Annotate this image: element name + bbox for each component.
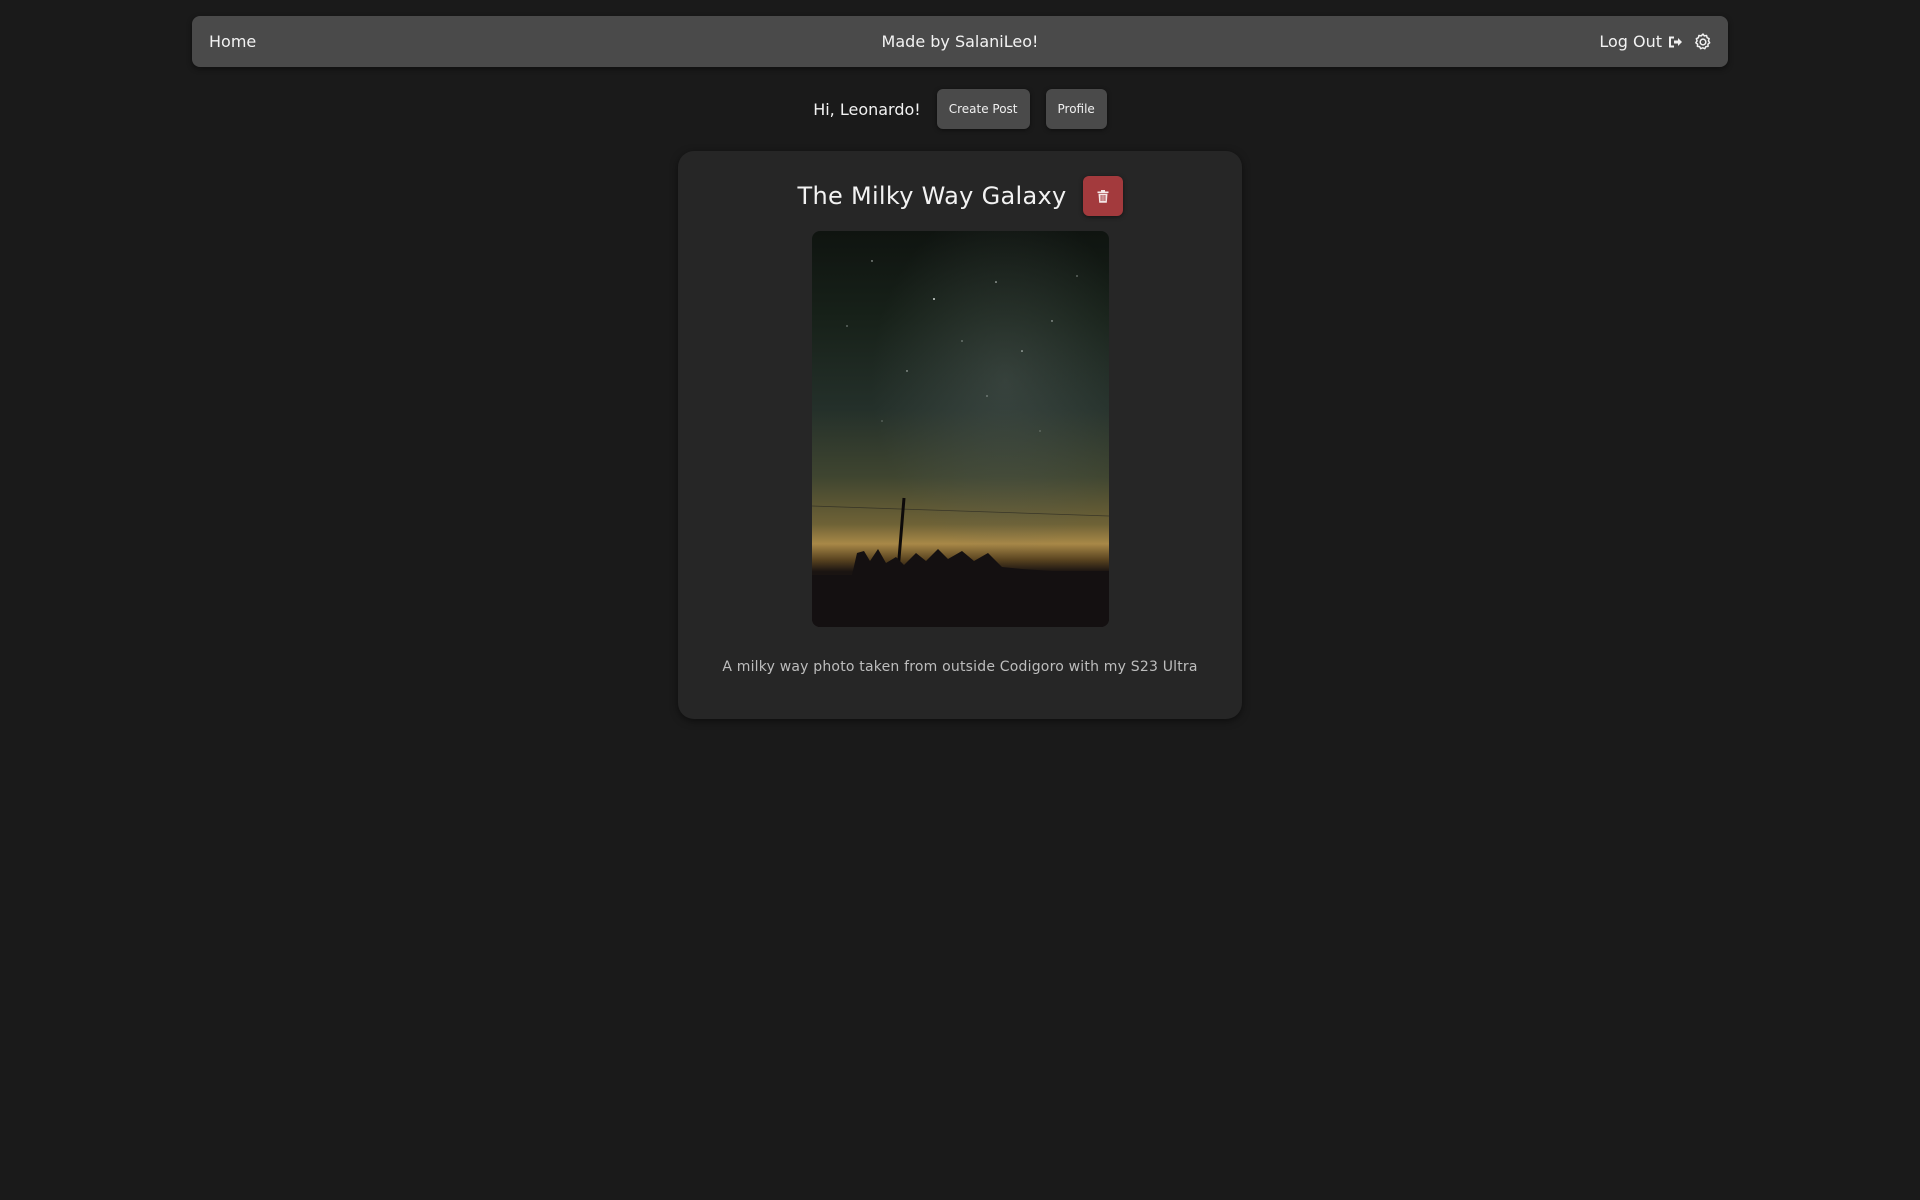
credit-text: Made by SalaniLeo!: [881, 32, 1039, 51]
nav-actions: Log Out: [1599, 16, 1713, 67]
post-title: The Milky Way Galaxy: [797, 182, 1067, 210]
trash-icon: [1097, 189, 1109, 203]
user-bar: Hi, Leonardo! Create Post Profile: [0, 89, 1920, 129]
profile-button[interactable]: Profile: [1045, 89, 1107, 129]
logout-label: Log Out: [1599, 32, 1662, 51]
top-navbar: Home Made by SalaniLeo! Log Out: [192, 16, 1728, 67]
post-image: [812, 231, 1109, 627]
post-card: The Milky Way Galaxy A milky way photo t…: [678, 151, 1242, 719]
greeting-text: Hi, Leonardo!: [813, 99, 921, 119]
post-header: The Milky Way Galaxy: [678, 175, 1242, 217]
gear-icon[interactable]: [1693, 32, 1713, 52]
delete-post-button[interactable]: [1082, 176, 1123, 216]
sign-out-icon: [1667, 34, 1683, 50]
home-link[interactable]: Home: [209, 16, 256, 67]
logout-link[interactable]: Log Out: [1599, 32, 1683, 51]
post-caption: A milky way photo taken from outside Cod…: [722, 659, 1198, 675]
create-post-button[interactable]: Create Post: [936, 89, 1030, 129]
